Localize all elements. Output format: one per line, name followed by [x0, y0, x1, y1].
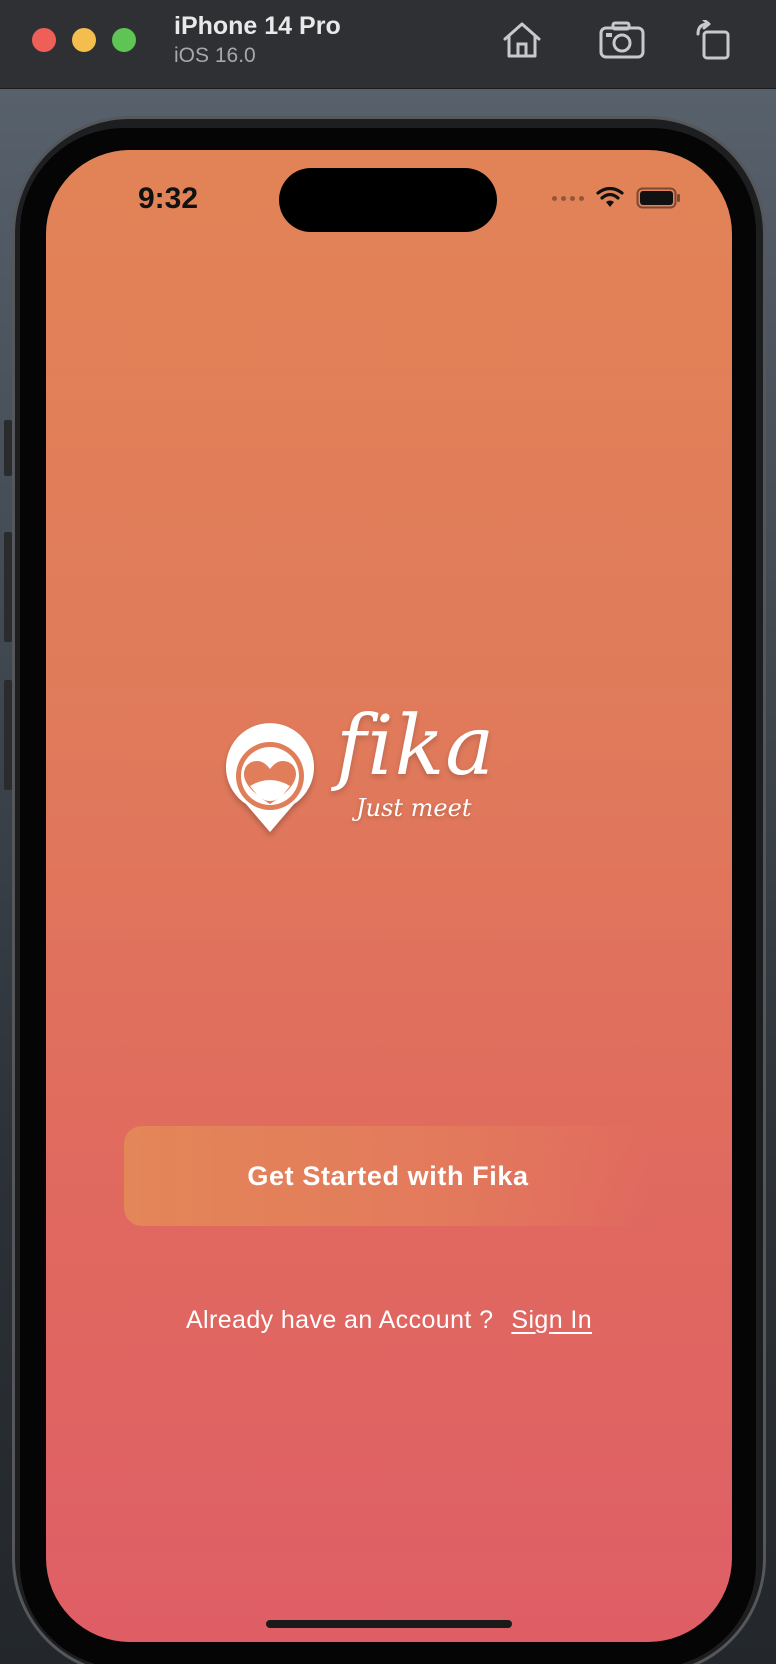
cellular-signal-icon	[552, 195, 584, 201]
minimize-window-button[interactable]	[72, 28, 96, 52]
logo-tagline: Just meet	[356, 794, 472, 822]
rotate-button[interactable]	[688, 14, 740, 66]
close-window-button[interactable]	[32, 28, 56, 52]
wifi-icon	[596, 187, 624, 207]
simulator-title-bar: iPhone 14 Pro iOS 16.0	[0, 0, 776, 89]
home-indicator[interactable]	[266, 1620, 512, 1628]
volume-down-button	[4, 680, 12, 790]
screenshot-button[interactable]	[596, 14, 648, 66]
screenshot-icon	[599, 21, 645, 59]
home-button[interactable]	[496, 14, 548, 66]
heart-pin-icon	[226, 723, 314, 832]
device-name: iPhone 14 Pro	[174, 12, 341, 40]
status-time: 9:32	[138, 182, 199, 215]
dynamic-island	[279, 168, 497, 232]
sign-in-link[interactable]: Sign In	[511, 1306, 592, 1334]
signin-row: Already have an Account ? Sign In	[46, 1306, 732, 1335]
volume-up-button	[4, 532, 12, 642]
get-started-button[interactable]: Get Started with Fika	[124, 1126, 652, 1226]
home-icon	[503, 22, 541, 58]
logo-wordmark: fika	[336, 699, 496, 794]
status-indicators	[552, 186, 682, 210]
rotate-icon	[696, 20, 730, 60]
zoom-window-button[interactable]	[112, 28, 136, 52]
mute-switch	[4, 420, 12, 476]
battery-icon	[636, 187, 680, 209]
app-screen: 9:32 fika Just meet Get Started with Fik…	[46, 150, 732, 1642]
fika-logo: fika Just meet	[220, 706, 520, 840]
os-version: iOS 16.0	[174, 44, 256, 67]
signin-prompt: Already have an Account ?	[185, 1306, 494, 1334]
